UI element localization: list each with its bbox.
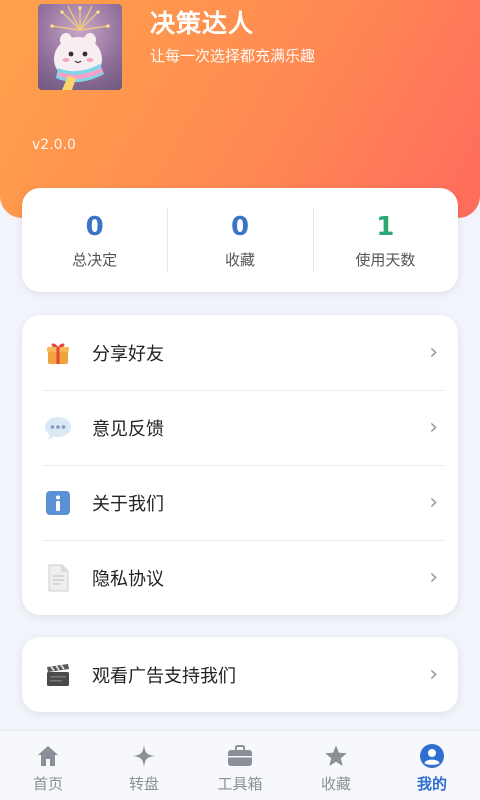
document-icon [44,564,72,592]
tab-label: 转盘 [128,775,159,793]
stats-card: 0 总决定 0 收藏 1 使用天数 [22,188,458,292]
menu-label: 意见反馈 [92,418,164,440]
chevron-right-icon: › [429,662,438,687]
toolbox-icon [227,743,253,769]
tab-label: 收藏 [320,775,351,793]
menu-label: 观看广告支持我们 [92,665,236,687]
app-avatar [38,4,122,90]
stat-label: 总决定 [72,250,118,269]
stat-value: 0 [230,211,250,242]
app-slogan: 让每一次选择都充满乐趣 [150,47,316,65]
stat-value: 1 [376,211,395,242]
speech-bubble-icon [44,414,72,442]
stat-total-decisions: 0 总决定 [22,208,167,272]
info-icon [44,489,72,517]
menu-label: 关于我们 [92,493,164,515]
home-icon [35,743,61,769]
menu-label: 隐私协议 [92,568,164,590]
chevron-right-icon: › [429,415,438,440]
menu-item-watch-ad[interactable]: 观看广告支持我们 › [22,637,458,712]
stat-days-used: 1 使用天数 [312,208,458,272]
stat-label: 使用天数 [355,250,416,269]
menu-card: 分享好友 › 意见反馈 › 关于我们 › 隐私协议 › [22,315,458,615]
menu-label: 分享好友 [92,343,164,365]
gift-icon [44,339,72,367]
bottom-tab-bar: 首页 转盘 工具箱 收藏 我的 [0,730,480,800]
app-version: v2.0.0 [32,137,76,153]
user-icon [419,743,445,769]
chevron-right-icon: › [429,340,438,365]
stat-value: 0 [85,211,104,242]
tab-mine[interactable]: 我的 [384,731,480,800]
menu-item-about[interactable]: 关于我们 › [22,465,458,540]
stat-label: 收藏 [224,250,255,269]
tab-favorites[interactable]: 收藏 [288,731,384,800]
app-name: 决策达人 [150,9,255,38]
ad-card: 观看广告支持我们 › [22,637,458,712]
tab-toolbox[interactable]: 工具箱 [192,731,288,800]
menu-item-privacy[interactable]: 隐私协议 › [22,540,458,615]
tab-label: 我的 [416,775,447,793]
star-icon [323,743,349,769]
chevron-right-icon: › [429,490,438,515]
tab-label: 首页 [32,775,63,793]
menu-item-share[interactable]: 分享好友 › [22,315,458,390]
chevron-right-icon: › [429,565,438,590]
tab-wheel[interactable]: 转盘 [96,731,192,800]
sparkle-icon [131,743,157,769]
profile-header: 决策达人 让每一次选择都充满乐趣 v2.0.0 [0,0,480,218]
tab-label: 工具箱 [217,775,263,793]
stat-favorites: 0 收藏 [167,208,312,272]
menu-item-feedback[interactable]: 意见反馈 › [22,390,458,465]
clapperboard-icon [44,661,72,689]
tab-home[interactable]: 首页 [0,731,96,800]
